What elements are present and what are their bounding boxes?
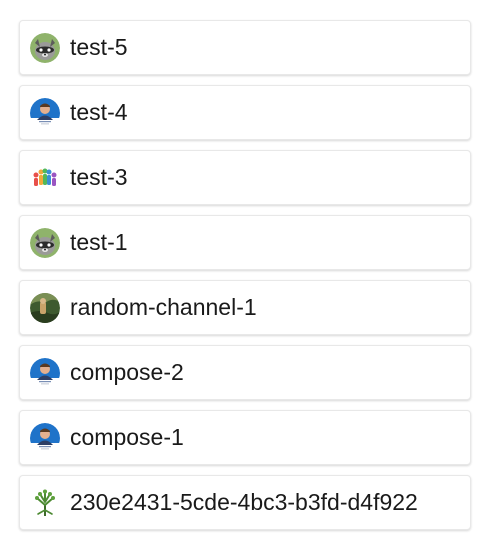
channel-name: test-3 bbox=[70, 164, 128, 190]
channel-item-test-5[interactable]: test-5 bbox=[19, 20, 471, 75]
channel-item-compose-2[interactable]: compose-2 bbox=[19, 345, 471, 400]
landscape-avatar-icon bbox=[30, 292, 60, 323]
group-people-avatar-icon bbox=[30, 162, 60, 193]
channel-item-230e2431[interactable]: 230e2431-5cde-4bc3-b3fd-d4f922 bbox=[19, 475, 471, 530]
channel-item-test-4[interactable]: test-4 bbox=[19, 85, 471, 140]
channel-name: test-5 bbox=[70, 34, 128, 60]
channel-item-random-channel-1[interactable]: random-channel-1 bbox=[19, 280, 471, 335]
channel-name: test-4 bbox=[70, 99, 128, 125]
channel-item-test-1[interactable]: test-1 bbox=[19, 215, 471, 270]
tree-avatar-icon bbox=[30, 487, 60, 518]
channel-item-compose-1[interactable]: compose-1 bbox=[19, 410, 471, 465]
person-avatar-icon bbox=[30, 357, 60, 388]
channel-name: random-channel-1 bbox=[70, 294, 257, 320]
channel-name: compose-1 bbox=[70, 424, 184, 450]
channel-item-test-3[interactable]: test-3 bbox=[19, 150, 471, 205]
channel-list: test-5 test-4 test-3 test-1 random-chann… bbox=[19, 20, 471, 540]
channel-name: compose-2 bbox=[70, 359, 184, 385]
person-avatar-icon bbox=[30, 422, 60, 453]
channel-name: 230e2431-5cde-4bc3-b3fd-d4f922 bbox=[70, 489, 418, 515]
raccoon-avatar-icon bbox=[30, 32, 60, 63]
channel-name: test-1 bbox=[70, 229, 128, 255]
raccoon-avatar-icon bbox=[30, 227, 60, 258]
person-avatar-icon bbox=[30, 97, 60, 128]
